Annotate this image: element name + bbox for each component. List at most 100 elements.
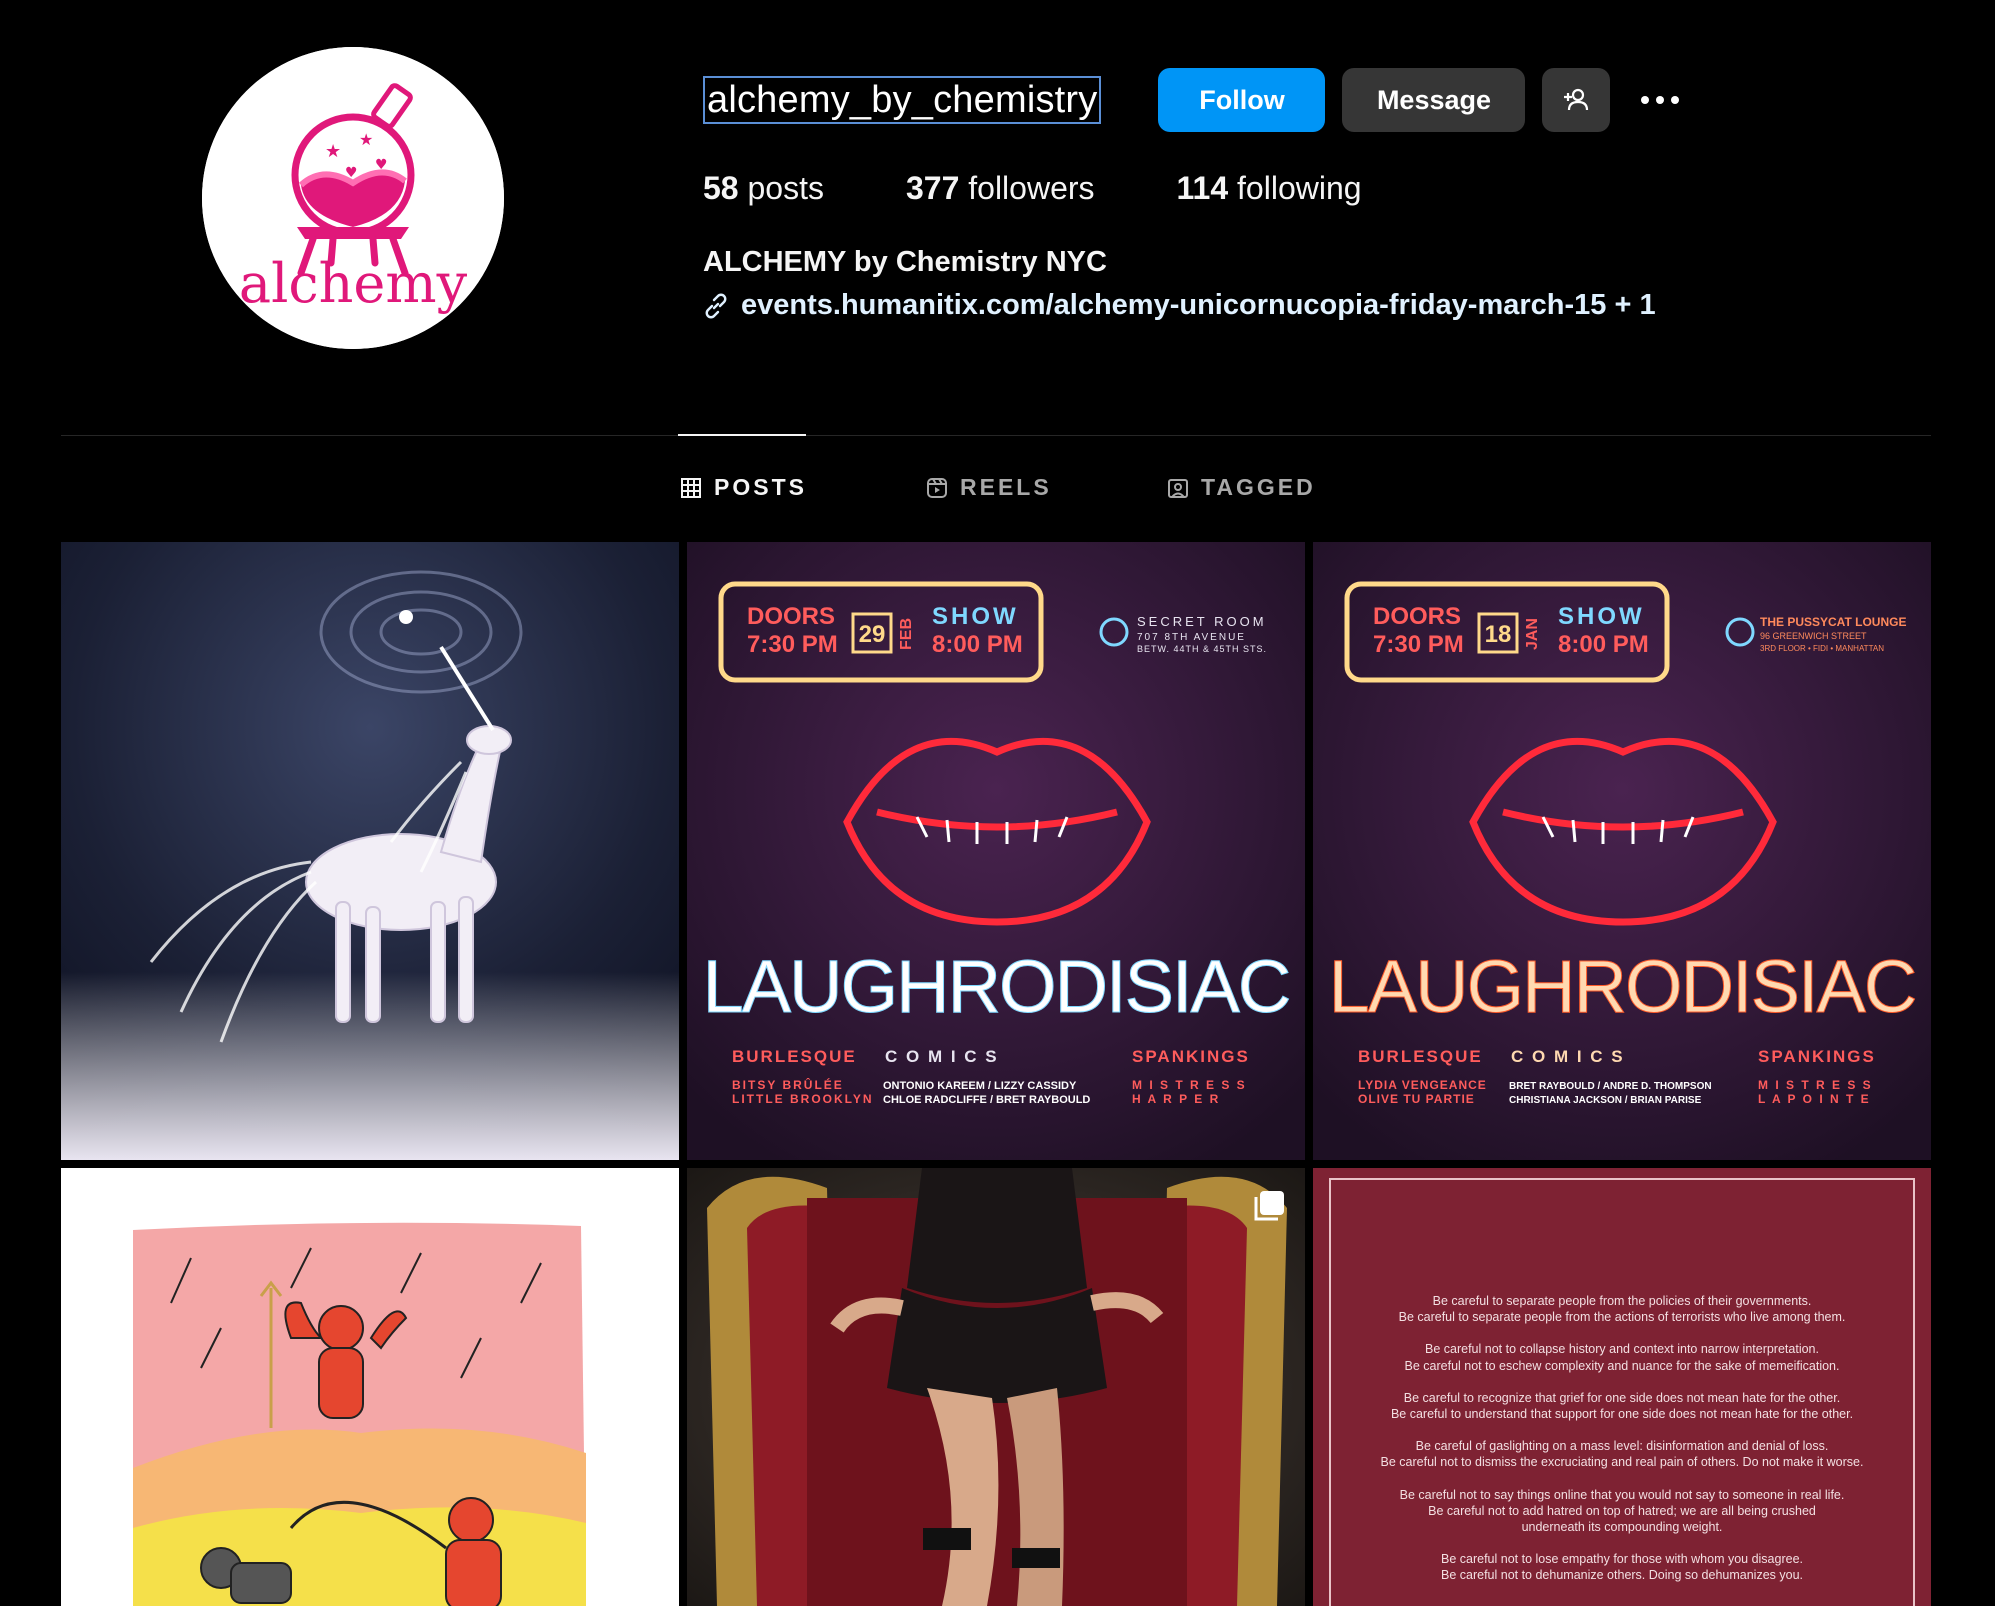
flyer1-col3-l2: H A R P E R	[1132, 1092, 1220, 1106]
post-devils-cartoon[interactable]	[61, 1168, 679, 1606]
flyer2-col1-l2: OLIVE TU PARTIE	[1358, 1092, 1475, 1106]
flyer1-title: LAUGHRODISIAC	[703, 945, 1290, 1028]
flyer1-venue-3: BETW. 44TH & 45TH STS.	[1137, 644, 1267, 654]
tab-reels-label: REELS	[960, 474, 1052, 500]
flyer2-venue-1: THE PUSSYCAT LOUNGE	[1760, 615, 1906, 629]
posts-stat: 58 posts	[703, 170, 824, 207]
text-line: Be careful not to dehumanize others. Doi…	[1440, 1568, 1804, 1583]
avatar-wordmark: alchemy	[239, 252, 468, 315]
flyer2-day: 18	[1485, 621, 1512, 648]
profile-info: alchemy_by_chemistry Follow Message 58 p…	[703, 68, 1903, 322]
message-button[interactable]: Message	[1342, 68, 1526, 132]
link-icon	[705, 293, 727, 318]
profile-tabs: POSTS REELS TAGGED	[0, 474, 1995, 506]
flyer2-col2-head: C O M I C S	[1511, 1047, 1625, 1066]
flyer2-venue-3: 3RD FLOOR • FIDI • MANHATTAN	[1760, 644, 1884, 653]
flyer1-col2-head: C O M I C S	[885, 1047, 999, 1066]
text-line: Be careful not to dismiss the excruciati…	[1380, 1455, 1864, 1470]
flyer1-col2-l2: CHLOE RADCLIFFE / BRET RAYBOULD	[883, 1094, 1090, 1106]
flyer2-col3-head: SPANKINGS	[1758, 1047, 1876, 1066]
flyer1-col1-l1: BITSY BRÛLÉE	[732, 1077, 844, 1092]
svg-text:♥: ♥	[345, 165, 358, 181]
flyer2-col3-l2: L A P O I N T E	[1758, 1092, 1871, 1106]
active-tab-indicator	[678, 434, 806, 436]
tagged-icon	[1168, 478, 1188, 498]
flyer2-title: LAUGHRODISIAC	[1329, 945, 1916, 1028]
followers-count: 377	[905, 170, 960, 206]
flyer1-venue-1: SECRET ROOM	[1137, 614, 1267, 629]
posts-count: 58	[703, 170, 739, 206]
posts-label: posts	[747, 170, 824, 206]
followers-stat[interactable]: 377 followers	[906, 170, 1095, 207]
text-line: Be careful not to say things online that…	[1399, 1487, 1845, 1502]
flyer1-show: SHOW	[932, 603, 1019, 630]
flyer-feb-image: DOORS 7:30 PM 29 FEB SHOW 8:00 PM SECRET…	[687, 542, 1305, 1160]
devils-cartoon-image	[61, 1168, 679, 1606]
follow-button[interactable]: Follow	[1158, 68, 1326, 132]
text-line: underneath its compounding weight.	[1521, 1520, 1723, 1535]
post-be-careful-text[interactable]: Be careful to separate people from the p…	[1313, 1168, 1931, 1606]
alchemy-logo: ★ ★ ♥ ♥ alchemy	[202, 47, 504, 349]
text-line-spacer	[1333, 1471, 1911, 1487]
post-throne-photo[interactable]	[687, 1168, 1305, 1606]
display-name: ALCHEMY by Chemistry NYC	[703, 246, 1107, 278]
flyer2-show-time: 8:00 PM	[1558, 631, 1649, 658]
flyer1-month: FEB	[898, 618, 915, 650]
svg-text:♥: ♥	[375, 157, 388, 173]
add-user-icon	[1564, 88, 1589, 111]
text-line-spacer	[1333, 1325, 1911, 1341]
flyer2-col1-head: BURLESQUE	[1358, 1047, 1483, 1066]
flyer2-show: SHOW	[1558, 603, 1645, 630]
bio-link-text: events.humanitix.com/alchemy-unicornucop…	[741, 289, 1656, 321]
post-flyer-jan[interactable]: DOORS 7:30 PM 18 JAN SHOW 8:00 PM THE PU…	[1313, 542, 1931, 1160]
tab-tagged[interactable]: TAGGED	[1167, 474, 1316, 501]
flyer1-show-time: 8:00 PM	[932, 631, 1023, 658]
username[interactable]: alchemy_by_chemistry	[703, 76, 1102, 124]
more-options-icon	[1641, 96, 1680, 104]
text-line: Be careful not to eschew complexity and …	[1404, 1358, 1840, 1373]
following-label: following	[1237, 170, 1362, 206]
suggest-user-button[interactable]	[1542, 68, 1611, 132]
flyer1-col1-head: BURLESQUE	[732, 1047, 857, 1066]
flyer2-venue-2: 96 GREENWICH STREET	[1760, 631, 1867, 641]
profile-avatar[interactable]: ★ ★ ♥ ♥ alchemy	[202, 47, 504, 349]
text-line-spacer	[1333, 1374, 1911, 1390]
flyer2-col2-l2: CHRISTIANA JACKSON / BRIAN PARISE	[1509, 1095, 1702, 1106]
grid-icon	[681, 477, 701, 498]
flyer2-doors-time: 7:30 PM	[1373, 631, 1464, 658]
tab-posts[interactable]: POSTS	[680, 474, 807, 501]
carousel-icon	[1254, 1191, 1284, 1221]
flyer1-col2-l1: ONTONIO KAREEM / LIZZY CASSIDY	[883, 1080, 1077, 1092]
following-stat[interactable]: 114 following	[1177, 170, 1362, 207]
text-line: Be careful to separate people from the p…	[1432, 1294, 1812, 1308]
bio-link[interactable]: events.humanitix.com/alchemy-unicornucop…	[703, 289, 1903, 322]
flyer1-col3-l1: M I S T R E S S	[1132, 1078, 1247, 1092]
text-post-body: Be careful to separate people from the p…	[1333, 1293, 1911, 1584]
text-line: Be careful not to lose empathy for those…	[1441, 1552, 1803, 1567]
more-options-button[interactable]	[1630, 68, 1690, 132]
flyer1-doors-time: 7:30 PM	[747, 631, 838, 658]
reels-icon	[927, 477, 947, 498]
flyer1-day: 29	[859, 621, 886, 648]
svg-text:★: ★	[325, 141, 341, 162]
flyer1-col1-l2: LITTLE BROOKLYN	[732, 1092, 874, 1106]
text-line: Be careful to understand that support fo…	[1390, 1407, 1854, 1422]
post-flyer-feb[interactable]: DOORS 7:30 PM 29 FEB SHOW 8:00 PM SECRET…	[687, 542, 1305, 1160]
flyer1-col3-head: SPANKINGS	[1132, 1047, 1250, 1066]
followers-label: followers	[968, 170, 1095, 206]
throne-photo-image	[687, 1168, 1305, 1606]
post-unicorn[interactable]	[61, 542, 679, 1160]
following-count: 114	[1176, 170, 1229, 206]
tabs-divider	[61, 435, 1931, 436]
flyer2-month: JAN	[1524, 618, 1541, 650]
flyer2-doors: DOORS	[1373, 603, 1461, 630]
tab-reels[interactable]: REELS	[926, 474, 1052, 501]
text-line-spacer	[1333, 1535, 1911, 1551]
flyer2-col2-l1: BRET RAYBOULD / ANDRE D. THOMPSON	[1509, 1081, 1712, 1092]
tab-tagged-label: TAGGED	[1201, 474, 1316, 500]
text-line: Be careful of gaslighting on a mass leve…	[1415, 1439, 1829, 1454]
text-line: Be careful to recognize that grief for o…	[1403, 1390, 1841, 1405]
flyer-jan-image: DOORS 7:30 PM 18 JAN SHOW 8:00 PM THE PU…	[1313, 542, 1931, 1160]
flyer1-venue-2: 707 8TH AVENUE	[1137, 632, 1246, 643]
profile-stats: 58 posts 377 followers 114 following	[703, 170, 1903, 207]
